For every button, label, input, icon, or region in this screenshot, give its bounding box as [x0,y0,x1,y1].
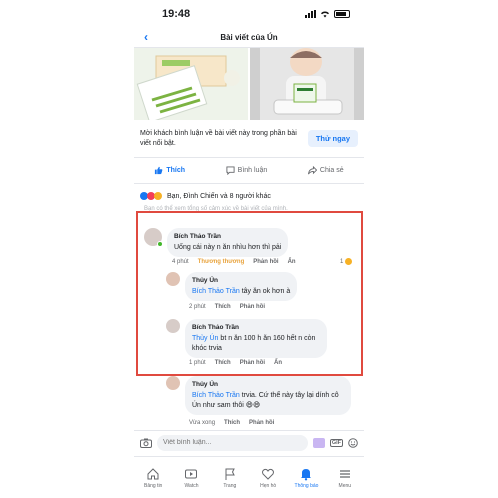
comment-text: tây ăn ok hơn à [241,288,291,295]
watch-icon [185,469,198,478]
reaction-word[interactable]: Thương thương [198,259,245,265]
tab-pages[interactable]: Trang [211,457,249,498]
menu-icon [339,469,350,478]
tab-label: Thông báo [294,482,319,489]
comment-1-meta: 4 phút Thương thương Phản hồi Ẩn [172,259,296,265]
post-photo-product[interactable] [134,48,248,120]
bottom-tab-bar: Bảng tin Watch Trang Hẹn hò Thông báo Me… [134,456,364,498]
reaction-summary[interactable]: Bạn, Đình Chiến và 8 người khác [140,186,358,206]
heart-icon [262,468,275,480]
camera-icon[interactable] [140,438,152,448]
comment-icon [226,166,235,175]
tab-label: Menu [338,482,352,489]
reply-button[interactable]: Phản hồi [253,259,278,265]
home-icon [147,467,159,479]
comment-time: 2 phút [189,304,206,310]
like-button[interactable]: Thích [215,360,231,366]
comment-3: Bích Thảo Trần Thủy Ún bt n ăn 100 h ăn … [166,319,327,358]
care-reaction-icon [154,192,162,200]
avatar[interactable] [166,272,180,286]
mention[interactable]: Thủy Ún [192,335,218,342]
share-button[interactable]: Chia sẻ [307,166,344,175]
comment-time: Vừa xong [189,420,216,426]
top-navbar: ‹ Bài viết của Ún [134,28,364,48]
comment-text: Uống cái này n ăn nhìu hơn thì pải [174,244,282,251]
mention[interactable]: Bích Thảo Trần [192,392,240,399]
comment-author[interactable]: Thủy Ún [192,380,344,390]
avatar-sticker-icon[interactable] [312,437,325,448]
status-bar: 19:48 [134,0,364,28]
flag-icon [225,468,235,480]
comment-bubble[interactable]: Thủy Ún Bích Thảo Trần trvia. Cứ thể này… [185,376,351,415]
share-icon [307,166,317,175]
post-photos[interactable] [134,48,364,120]
page-title: Bài viết của Ún [220,33,278,42]
tab-notifications[interactable]: Thông báo [287,457,325,498]
comment-2-meta: 2 phút Thích Phản hồi [189,304,265,310]
status-icons [305,10,350,18]
like-button[interactable]: Thích [224,420,240,426]
reply-button[interactable]: Phản hồi [249,420,274,426]
reaction-hint: Bạn có thể xem tổng số cảm xúc về bài vi… [144,206,288,212]
comment-2: Thủy Ún Bích Thảo Trần tây ăn ok hơn à [166,272,298,301]
like-label: Thích [166,167,185,174]
comment-1-reaction-count[interactable]: 1 [340,258,353,266]
comment-3-meta: 1 phút Thích Phản hồi Ẩn [189,360,282,366]
tab-label: Bảng tin [143,482,163,489]
reply-button[interactable]: Phản hồi [240,304,265,310]
reaction-count: 1 [340,259,344,266]
tab-watch[interactable]: Watch [172,457,210,498]
comment-bubble[interactable]: Bích Thảo Trần Thủy Ún bt n ăn 100 h ăn … [185,319,327,358]
comment-label: Bình luận [237,167,268,174]
comment-author[interactable]: Thủy Ún [192,276,290,286]
post-photo-baby[interactable] [250,48,364,120]
reply-button[interactable]: Phản hồi [240,360,265,366]
invite-text: Mời khách bình luận về bài viết này tron… [140,129,297,147]
like-icon [155,166,163,175]
comment-button[interactable]: Bình luận [226,166,268,175]
hide-button[interactable]: Ẩn [274,360,282,366]
wifi-icon [321,11,329,18]
reaction-summary-text: Bạn, Đình Chiến và 8 người khác [167,192,271,200]
avatar[interactable] [166,319,180,333]
invite-banner: Mời khách bình luận về bài viết này tron… [134,120,364,158]
hide-button[interactable]: Ẩn [288,259,296,265]
tab-label: Trang [223,482,237,489]
comment-time: 4 phút [172,259,189,265]
tab-label: Watch [184,482,199,489]
emoji-icon[interactable] [348,437,358,448]
comment-bubble[interactable]: Thủy Ún Bích Thảo Trần tây ăn ok hơn à [185,272,298,301]
comment-author[interactable]: Bích Thảo Trần [174,232,281,242]
try-now-button[interactable]: Thử ngay [307,130,358,147]
phone-screen: 19:48 ‹ Bài viết của Ún Mời khách bình l… [134,0,364,498]
comment-bubble[interactable]: Bích Thảo Trần Uống cái này n ăn nhìu hơ… [167,228,289,257]
comment-time: 1 phút [189,360,206,366]
tab-label: Hẹn hò [260,482,277,489]
signal-icon [305,10,316,18]
avatar[interactable] [166,376,180,390]
avatar[interactable] [144,228,163,247]
like-button[interactable]: Thích [154,166,185,175]
battery-icon [334,10,350,18]
post-actions: Thích Bình luận Chia sẻ [134,158,364,184]
comment-4-meta: Vừa xong Thích Phản hồi [189,420,274,426]
share-label: Chia sẻ [319,167,344,174]
care-reaction-icon [345,258,353,265]
gif-button[interactable]: GIF [329,438,343,447]
bell-icon [301,468,312,480]
mention[interactable]: Bích Thảo Trần [192,288,240,295]
tab-dating[interactable]: Hẹn hò [249,457,287,498]
tab-menu[interactable]: Menu [326,457,364,498]
comment-input[interactable] [157,434,308,451]
comment-4: Thủy Ún Bích Thảo Trần trvia. Cứ thể này… [166,376,351,415]
like-button[interactable]: Thích [215,304,231,310]
comment-composer: GIF [134,430,364,454]
comment-author[interactable]: Bích Thảo Trần [192,323,320,333]
comment-1: Bích Thảo Trần Uống cái này n ăn nhìu hơ… [144,228,289,257]
chevron-left-icon[interactable]: ‹ [144,30,148,44]
status-time: 19:48 [162,8,191,20]
tab-news-feed[interactable]: Bảng tin [134,457,172,498]
